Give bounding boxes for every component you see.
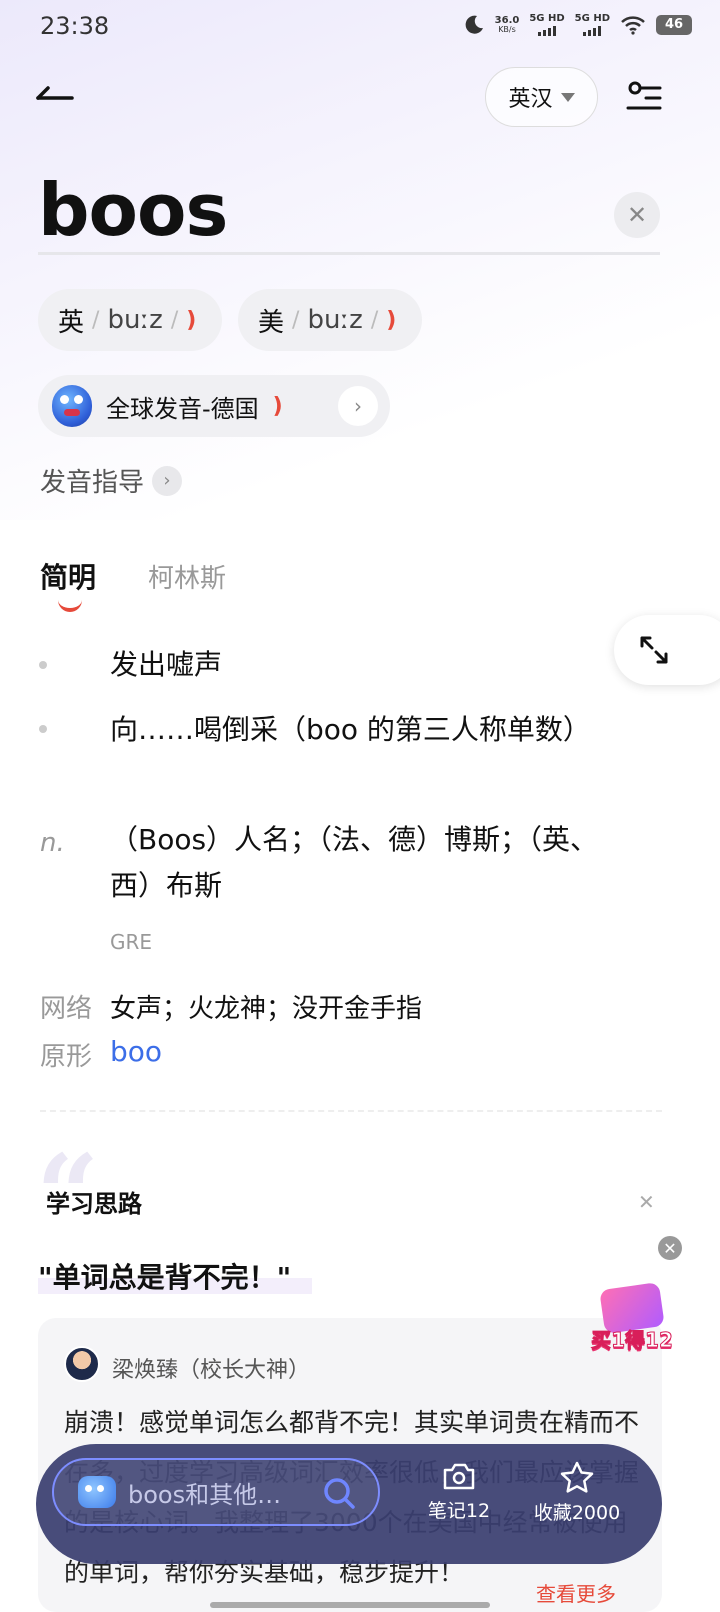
search-placeholder: boos和其他… [128,1480,282,1509]
headword-divider [38,252,660,255]
pron-guide-link[interactable]: 发音指导 › [40,462,183,499]
mascot-icon [52,385,92,427]
signal-sim1: 5G HD [529,14,565,36]
battery-indicator: 46 [656,15,692,35]
close-icon[interactable]: ✕ [638,1190,655,1214]
star-icon [560,1461,594,1493]
camera-note-icon [443,1463,475,1490]
section-divider [40,1110,662,1112]
part-of-speech: n. [40,828,65,858]
status-icons: 36.0 KB/s 5G HD 5G HD 46 [463,14,692,36]
headword: boos [38,168,228,252]
network-definition: 女声；火龙神；没开金手指 [110,994,423,1024]
close-icon: ✕ [626,201,648,229]
promo-text: 买1得12 [591,1328,674,1353]
chevron-right-icon: › [152,465,183,496]
status-time: 23:38 [40,12,110,40]
see-more-link[interactable]: 查看更多 [536,1578,616,1607]
pron-us-label: 美 [258,307,285,338]
chevron-right-icon[interactable]: › [338,386,378,426]
pron-uk-phonetic: buːz [107,305,163,335]
notes-label: 笔记12 [427,1500,491,1522]
expand-button[interactable] [614,615,720,685]
language-selector[interactable]: 英汉 [485,67,598,127]
sliders-icon [626,81,662,110]
pron-uk-label: 英 [58,307,85,338]
definition-3: （Boos）人名；（法、德）博斯；（英、西）布斯 [110,823,599,902]
exam-tag: GRE [110,930,153,954]
author-name: 梁焕臻（校长大神） [112,1358,311,1383]
tab-concise[interactable]: 简明 [40,556,96,596]
bullet [39,661,47,669]
search-icon[interactable] [322,1476,356,1510]
settings-button[interactable] [626,80,662,114]
bullet [39,725,47,733]
signal-sim2: 5G HD [575,14,610,36]
promo-close-icon[interactable]: ✕ [658,1236,682,1260]
definition-2: 向……喝倒采（boo 的第三人称单数） [110,713,591,746]
back-button[interactable] [36,82,76,110]
root-word-link[interactable]: boo [110,1035,162,1068]
notes-button[interactable]: 笔记12 [404,1460,514,1523]
speaker-icon: ) [272,393,283,419]
moon-icon [465,15,483,34]
tab-active-indicator [58,600,82,612]
speaker-icon: ) [386,307,397,333]
network-label: 网络 [40,994,93,1024]
promo-badge[interactable]: 买1得12 [588,1280,676,1360]
language-label: 英汉 [508,87,553,112]
study-title: 学习思路 [46,1190,142,1218]
global-pron-button[interactable]: 全球发音-德国 ) › [38,375,390,437]
dropdown-triangle-icon [560,92,575,102]
definition-1: 发出嘘声 [110,648,223,681]
avatar [64,1346,100,1382]
expand-icon [640,636,668,664]
pron-us-phonetic: buːz [307,305,363,335]
pron-guide-label: 发音指导 [40,468,145,498]
tab-collins[interactable]: 柯林斯 [148,558,226,595]
pron-us-button[interactable]: 美 / buːz / ) [238,289,422,351]
favorites-button[interactable]: 收藏2000 [522,1460,632,1525]
wifi-icon [621,16,645,35]
home-indicator[interactable] [210,1602,490,1608]
root-label: 原形 [40,1042,93,1072]
back-arrow-icon [36,86,74,100]
pron-uk-button[interactable]: 英 / buːz / ) [38,289,222,351]
net-speed: 36.0 KB/s [494,15,520,34]
search-input[interactable]: boos和其他… [52,1458,380,1526]
study-slogan: "单词总是背不完！" [38,1261,292,1294]
mascot-icon [78,1476,116,1508]
speaker-icon: ) [186,307,197,333]
header-background [0,0,720,520]
clear-button[interactable]: ✕ [614,192,660,238]
global-pron-label: 全球发音-德国 [106,394,259,423]
favorites-label: 收藏2000 [533,1502,621,1524]
